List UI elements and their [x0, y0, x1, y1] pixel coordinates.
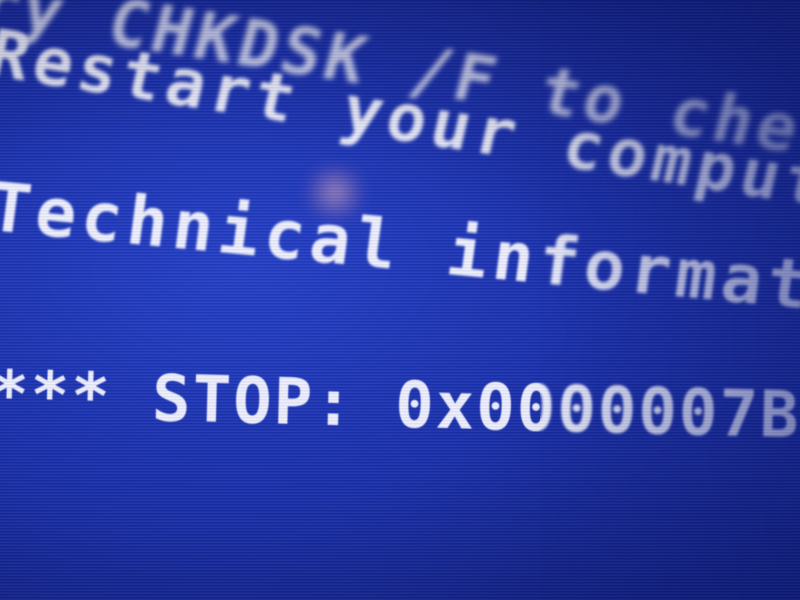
stop-code-line: *** STOP: 0x0000007B (0 — [0, 358, 800, 456]
bsod-screen: ry CHKDSK /F to check Restart your compu… — [0, 0, 800, 600]
